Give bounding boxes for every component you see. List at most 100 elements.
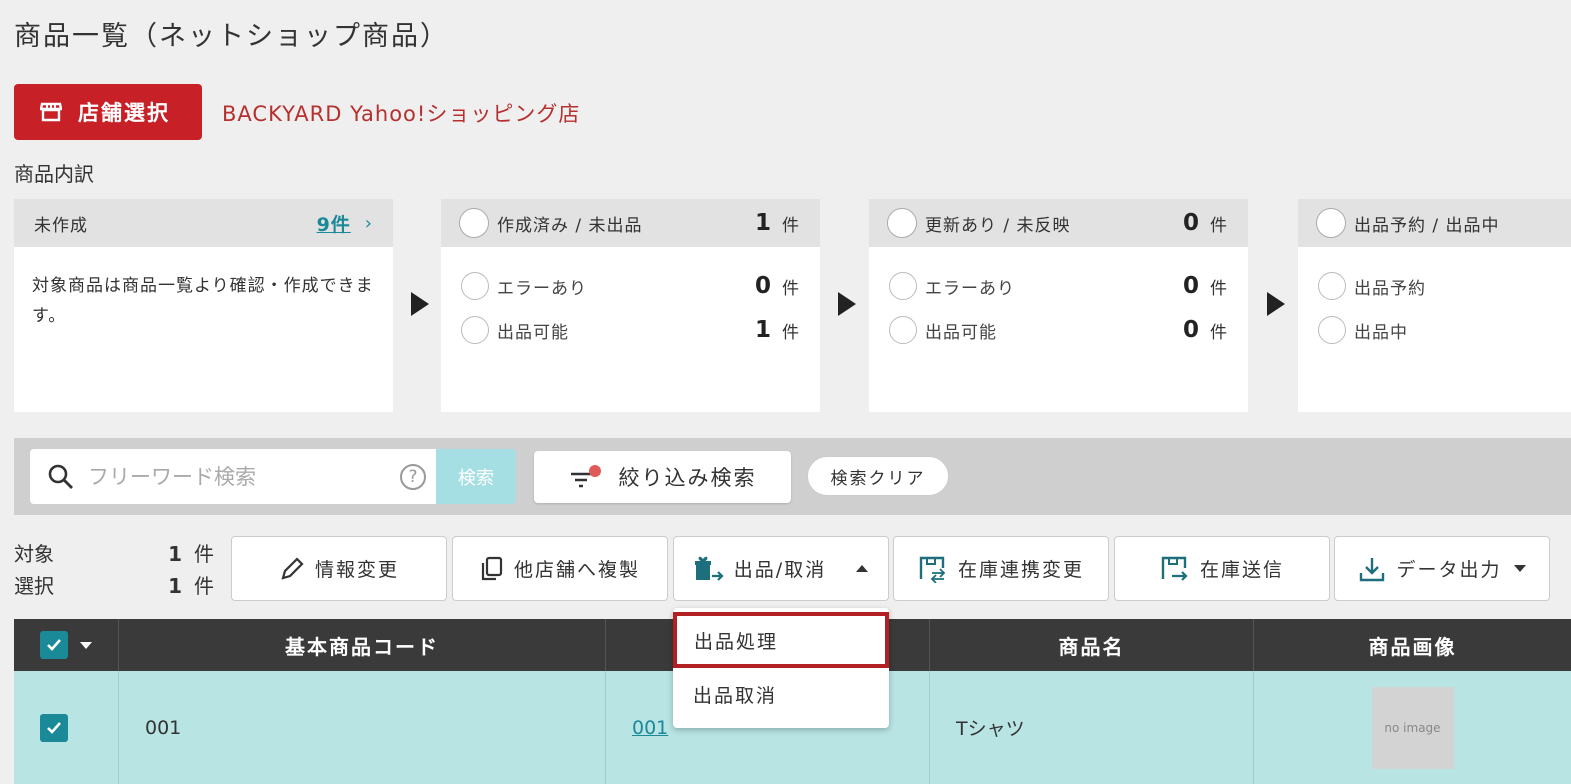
radio-updated[interactable] — [887, 208, 917, 238]
card-listing: 出品予約 / 出品中 出品予約 出品中 — [1298, 199, 1571, 412]
card-created: 作成済み / 未出品 1 件 エラーあり 0 件 出品可能 1 件 — [441, 199, 820, 412]
card-label: 更新あり / 未反映 — [925, 215, 1071, 236]
edit-info-button[interactable]: 情報変更 — [231, 536, 447, 601]
radio-listable[interactable] — [461, 316, 489, 344]
flow-arrow-icon — [411, 292, 429, 316]
card-count: 0 — [1182, 210, 1200, 236]
store-select-label: 店舗選択 — [78, 101, 170, 125]
filter-search-button[interactable]: 絞り込み検索 — [534, 451, 791, 503]
row-count: 0 — [1182, 273, 1200, 299]
row-label: 出品予約 — [1354, 278, 1426, 299]
caret-down-icon[interactable] — [80, 641, 92, 649]
row-unit: 件 — [782, 278, 800, 299]
stock-send-icon — [1161, 556, 1188, 581]
menu-item-listing-process[interactable]: 出品処理 — [673, 612, 889, 668]
pencil-icon — [281, 556, 304, 580]
card-updated: 更新あり / 未反映 0 件 エラーあり 0 件 出品可能 0 件 — [869, 199, 1248, 412]
store-name: BACKYARD Yahoo!ショッピング店 — [222, 102, 581, 126]
not-created-count-link[interactable]: 9件 — [317, 210, 351, 237]
breakdown-title: 商品内訳 — [14, 162, 94, 186]
base-code: 001 — [145, 716, 182, 739]
card-unit: 件 — [782, 215, 800, 236]
row-label: エラーあり — [497, 278, 587, 299]
search-input[interactable] — [88, 464, 400, 489]
row-label: 出品可能 — [925, 322, 997, 343]
radio-listable[interactable] — [889, 316, 917, 344]
product-name-cell: Tシャツ — [930, 671, 1254, 784]
radio-created[interactable] — [459, 208, 489, 238]
copy-to-store-button[interactable]: 他店舗へ複製 — [452, 536, 668, 601]
check-icon — [47, 639, 61, 651]
flow-arrow-icon — [1267, 292, 1285, 316]
caret-down-icon — [1513, 565, 1526, 572]
menu-item-listing-cancel[interactable]: 出品取消 — [673, 666, 889, 722]
base-code-cell: 001 — [119, 671, 606, 784]
stock-send-button[interactable]: 在庫送信 — [1114, 536, 1330, 601]
listing-toggle-label: 出品/取消 — [733, 559, 827, 581]
row-count: 0 — [1182, 317, 1200, 343]
target-unit: 件 — [194, 542, 214, 566]
row-label: エラーあり — [925, 278, 1015, 299]
card-not-created: 未作成 9件 › 対象商品は商品一覧より確認・作成できます。 — [14, 199, 393, 412]
card-description: 対象商品は商品一覧より確認・作成できます。 — [32, 276, 374, 326]
product-code-link[interactable]: 001 — [632, 717, 668, 739]
data-export-label: データ出力 — [1396, 559, 1502, 581]
listing-dropdown-menu: 出品処理 出品取消 — [673, 608, 889, 728]
caret-up-icon — [856, 565, 869, 572]
card-header: 更新あり / 未反映 0 件 — [869, 199, 1248, 247]
search-icon — [48, 464, 74, 490]
chevron-right-icon[interactable]: › — [365, 213, 373, 234]
help-icon[interactable]: ? — [400, 463, 426, 490]
filter-icon — [569, 464, 603, 490]
row-count: 1 — [754, 317, 772, 343]
radio-listing[interactable] — [1316, 208, 1346, 238]
check-icon — [47, 721, 61, 734]
selection-counts: 対象 1 件 選択 1 件 — [14, 538, 214, 602]
card-count: 1 — [754, 210, 772, 236]
stock-send-label: 在庫送信 — [1199, 559, 1284, 581]
card-header: 未作成 9件 › — [14, 199, 393, 247]
copy-to-store-label: 他店舗へ複製 — [513, 559, 640, 581]
column-header-product-name[interactable]: 商品名 — [930, 619, 1254, 671]
edit-info-label: 情報変更 — [314, 559, 399, 581]
target-label: 対象 — [14, 542, 54, 566]
selected-label: 選択 — [14, 574, 54, 598]
column-header-product-image: 商品画像 — [1368, 634, 1457, 659]
stock-link-change-button[interactable]: 在庫連携変更 — [893, 536, 1109, 601]
card-label: 未作成 — [34, 215, 88, 236]
row-label: 出品可能 — [497, 322, 569, 343]
row-unit: 件 — [1210, 322, 1228, 343]
search-button[interactable]: 検索 — [436, 449, 516, 504]
row-unit: 件 — [782, 322, 800, 343]
gift-icon — [694, 556, 724, 581]
target-count: 1 — [168, 542, 182, 566]
data-export-button[interactable]: データ出力 — [1334, 536, 1550, 601]
listing-toggle-button[interactable]: 出品/取消 — [673, 536, 889, 601]
card-unit: 件 — [1210, 215, 1228, 236]
column-header-base-code[interactable]: 基本商品コード — [119, 619, 606, 671]
clear-search-button[interactable]: 検索クリア — [807, 456, 949, 496]
select-all-header — [14, 619, 119, 671]
select-all-checkbox[interactable] — [40, 631, 68, 659]
selected-unit: 件 — [194, 574, 214, 598]
stock-link-icon — [919, 556, 946, 583]
filter-label: 絞り込み検索 — [618, 466, 757, 490]
download-icon — [1360, 557, 1385, 581]
store-icon — [39, 102, 63, 122]
product-image-cell: no image — [1254, 671, 1571, 784]
row-checkbox[interactable] — [40, 713, 68, 742]
page-title: 商品一覧（ネットショップ商品） — [14, 21, 449, 52]
search-box: ? — [30, 449, 436, 504]
flow-arrow-icon — [838, 292, 856, 316]
radio-error[interactable] — [889, 272, 917, 300]
row-label: 出品中 — [1354, 322, 1408, 343]
radio-listed[interactable] — [1318, 316, 1346, 344]
selected-count: 1 — [168, 574, 182, 598]
card-label: 作成済み / 未出品 — [497, 215, 643, 236]
radio-reserved[interactable] — [1318, 272, 1346, 300]
product-image-placeholder: no image — [1371, 686, 1454, 769]
row-select-cell — [14, 671, 119, 784]
card-header: 出品予約 / 出品中 — [1298, 199, 1571, 247]
store-select-button[interactable]: 店舗選択 — [14, 84, 202, 140]
radio-error[interactable] — [461, 272, 489, 300]
